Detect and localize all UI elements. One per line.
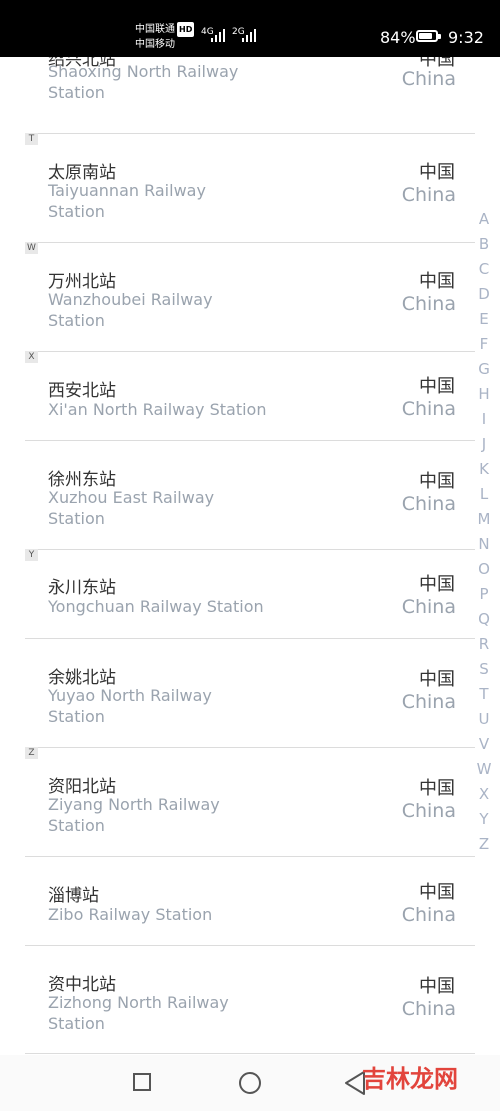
country-zh: 中国: [419, 778, 455, 799]
country-zh: 中国: [419, 271, 455, 292]
index-letter-q[interactable]: Q: [472, 609, 496, 634]
section-letter: Y: [25, 549, 38, 561]
home-circle-icon[interactable]: [239, 1072, 261, 1094]
country-zh: 中国: [419, 376, 455, 397]
divider: [25, 351, 475, 352]
signal-bars-2-icon: [242, 29, 256, 42]
station-name-en: Xi'an North Railway Station: [48, 400, 267, 419]
station-name-zh: 西安北站: [48, 381, 116, 401]
alphabet-index[interactable]: ABCDEFGHIJKLMNOPQRSTUVWXYZ: [472, 209, 496, 859]
country-en: China: [401, 293, 456, 315]
index-letter-a[interactable]: A: [472, 209, 496, 234]
index-letter-f[interactable]: F: [472, 334, 496, 359]
station-item[interactable]: 绍兴北站 Shaoxing North Railway Station 中国 C…: [0, 57, 475, 127]
country-en: China: [401, 998, 456, 1020]
country-zh: 中国: [419, 471, 455, 492]
divider: [25, 856, 475, 857]
station-name-en: Zibo Railway Station: [48, 905, 213, 924]
station-item[interactable]: 余姚北站 Yuyao North Railway Station 中国 Chin…: [0, 657, 475, 745]
index-letter-j[interactable]: J: [472, 434, 496, 459]
station-item[interactable]: 西安北站 Xi'an North Railway Station 中国 Chin…: [0, 370, 475, 440]
station-name-en: Yuyao North Railway Station: [48, 686, 212, 726]
divider: [25, 1053, 475, 1054]
index-letter-o[interactable]: O: [472, 559, 496, 584]
index-letter-e[interactable]: E: [472, 309, 496, 334]
signal-bars-1-icon: [211, 29, 225, 42]
station-name-en: Wanzhoubei Railway Station: [48, 290, 213, 330]
country-zh: 中国: [419, 574, 455, 595]
index-letter-d[interactable]: D: [472, 284, 496, 309]
station-item[interactable]: 淄博站 Zibo Railway Station 中国 China: [0, 875, 475, 945]
divider: [25, 638, 475, 639]
clock: 9:32: [448, 28, 484, 47]
battery-icon: [416, 30, 441, 42]
index-letter-x[interactable]: X: [472, 784, 496, 809]
index-letter-v[interactable]: V: [472, 734, 496, 759]
divider: [25, 747, 475, 748]
index-letter-t[interactable]: T: [472, 684, 496, 709]
station-item[interactable]: 万州北站 Wanzhoubei Railway Station 中国 China: [0, 261, 475, 349]
divider: [25, 133, 475, 134]
station-list[interactable]: 绍兴北站 Shaoxing North Railway Station 中国 C…: [0, 57, 500, 1055]
index-letter-r[interactable]: R: [472, 634, 496, 659]
station-name-en: Ziyang North Railway Station: [48, 795, 220, 835]
station-item[interactable]: 徐州东站 Xuzhou East Railway Station 中国 Chin…: [0, 459, 475, 547]
carrier-2: 中国移动: [135, 39, 175, 50]
watermark-logo: 吉林龙网: [362, 1065, 458, 1093]
country-en: China: [401, 691, 456, 713]
battery-percent: 84%: [380, 28, 416, 47]
section-letter: W: [25, 242, 38, 254]
station-name-en: Shaoxing North Railway Station: [48, 62, 239, 102]
status-bar: 中国联通 HD 中国移动 4G 2G 84% 9:32: [0, 0, 500, 57]
station-name-en: Xuzhou East Railway Station: [48, 488, 215, 528]
country-en: China: [401, 596, 456, 618]
index-letter-g[interactable]: G: [472, 359, 496, 384]
index-letter-i[interactable]: I: [472, 409, 496, 434]
station-name-zh: 永川东站: [48, 578, 116, 598]
index-letter-n[interactable]: N: [472, 534, 496, 559]
index-letter-p[interactable]: P: [472, 584, 496, 609]
country-en: China: [401, 68, 456, 90]
index-letter-b[interactable]: B: [472, 234, 496, 259]
index-letter-z[interactable]: Z: [472, 834, 496, 859]
station-name-en: Zizhong North Railway Station: [48, 993, 229, 1033]
country-en: China: [401, 184, 456, 206]
country-zh: 中国: [419, 669, 455, 690]
index-letter-w[interactable]: W: [472, 759, 496, 784]
index-letter-s[interactable]: S: [472, 659, 496, 684]
country-zh: 中国: [419, 162, 455, 183]
divider: [25, 242, 475, 243]
section-letter: Z: [25, 747, 38, 759]
divider: [25, 440, 475, 441]
country-en: China: [401, 800, 456, 822]
index-letter-l[interactable]: L: [472, 484, 496, 509]
index-letter-u[interactable]: U: [472, 709, 496, 734]
station-item[interactable]: 资中北站 Zizhong North Railway Station 中国 Ch…: [0, 964, 475, 1052]
station-item[interactable]: 太原南站 Taiyuannan Railway Station 中国 China: [0, 152, 475, 240]
country-zh: 中国: [419, 882, 455, 903]
station-item[interactable]: 永川东站 Yongchuan Railway Station 中国 China: [0, 568, 475, 638]
hd-badge: HD: [177, 22, 195, 37]
country-en: China: [401, 493, 456, 515]
country-en: China: [401, 904, 456, 926]
country-en: China: [401, 398, 456, 420]
index-letter-k[interactable]: K: [472, 459, 496, 484]
station-name-en: Taiyuannan Railway Station: [48, 181, 206, 221]
station-name-zh: 淄博站: [48, 886, 99, 906]
station-name-en: Yongchuan Railway Station: [48, 597, 264, 616]
index-letter-h[interactable]: H: [472, 384, 496, 409]
country-zh: 中国: [419, 976, 455, 997]
divider: [25, 549, 475, 550]
section-letter: X: [25, 351, 38, 363]
index-letter-m[interactable]: M: [472, 509, 496, 534]
index-letter-y[interactable]: Y: [472, 809, 496, 834]
station-item[interactable]: 资阳北站 Ziyang North Railway Station 中国 Chi…: [0, 766, 475, 854]
divider: [25, 945, 475, 946]
carrier-1: 中国联通: [135, 24, 175, 35]
index-letter-c[interactable]: C: [472, 259, 496, 284]
section-letter: T: [25, 133, 38, 145]
carrier-info: 中国联通 HD 中国移动: [135, 22, 195, 52]
recents-square-icon[interactable]: [133, 1073, 151, 1091]
